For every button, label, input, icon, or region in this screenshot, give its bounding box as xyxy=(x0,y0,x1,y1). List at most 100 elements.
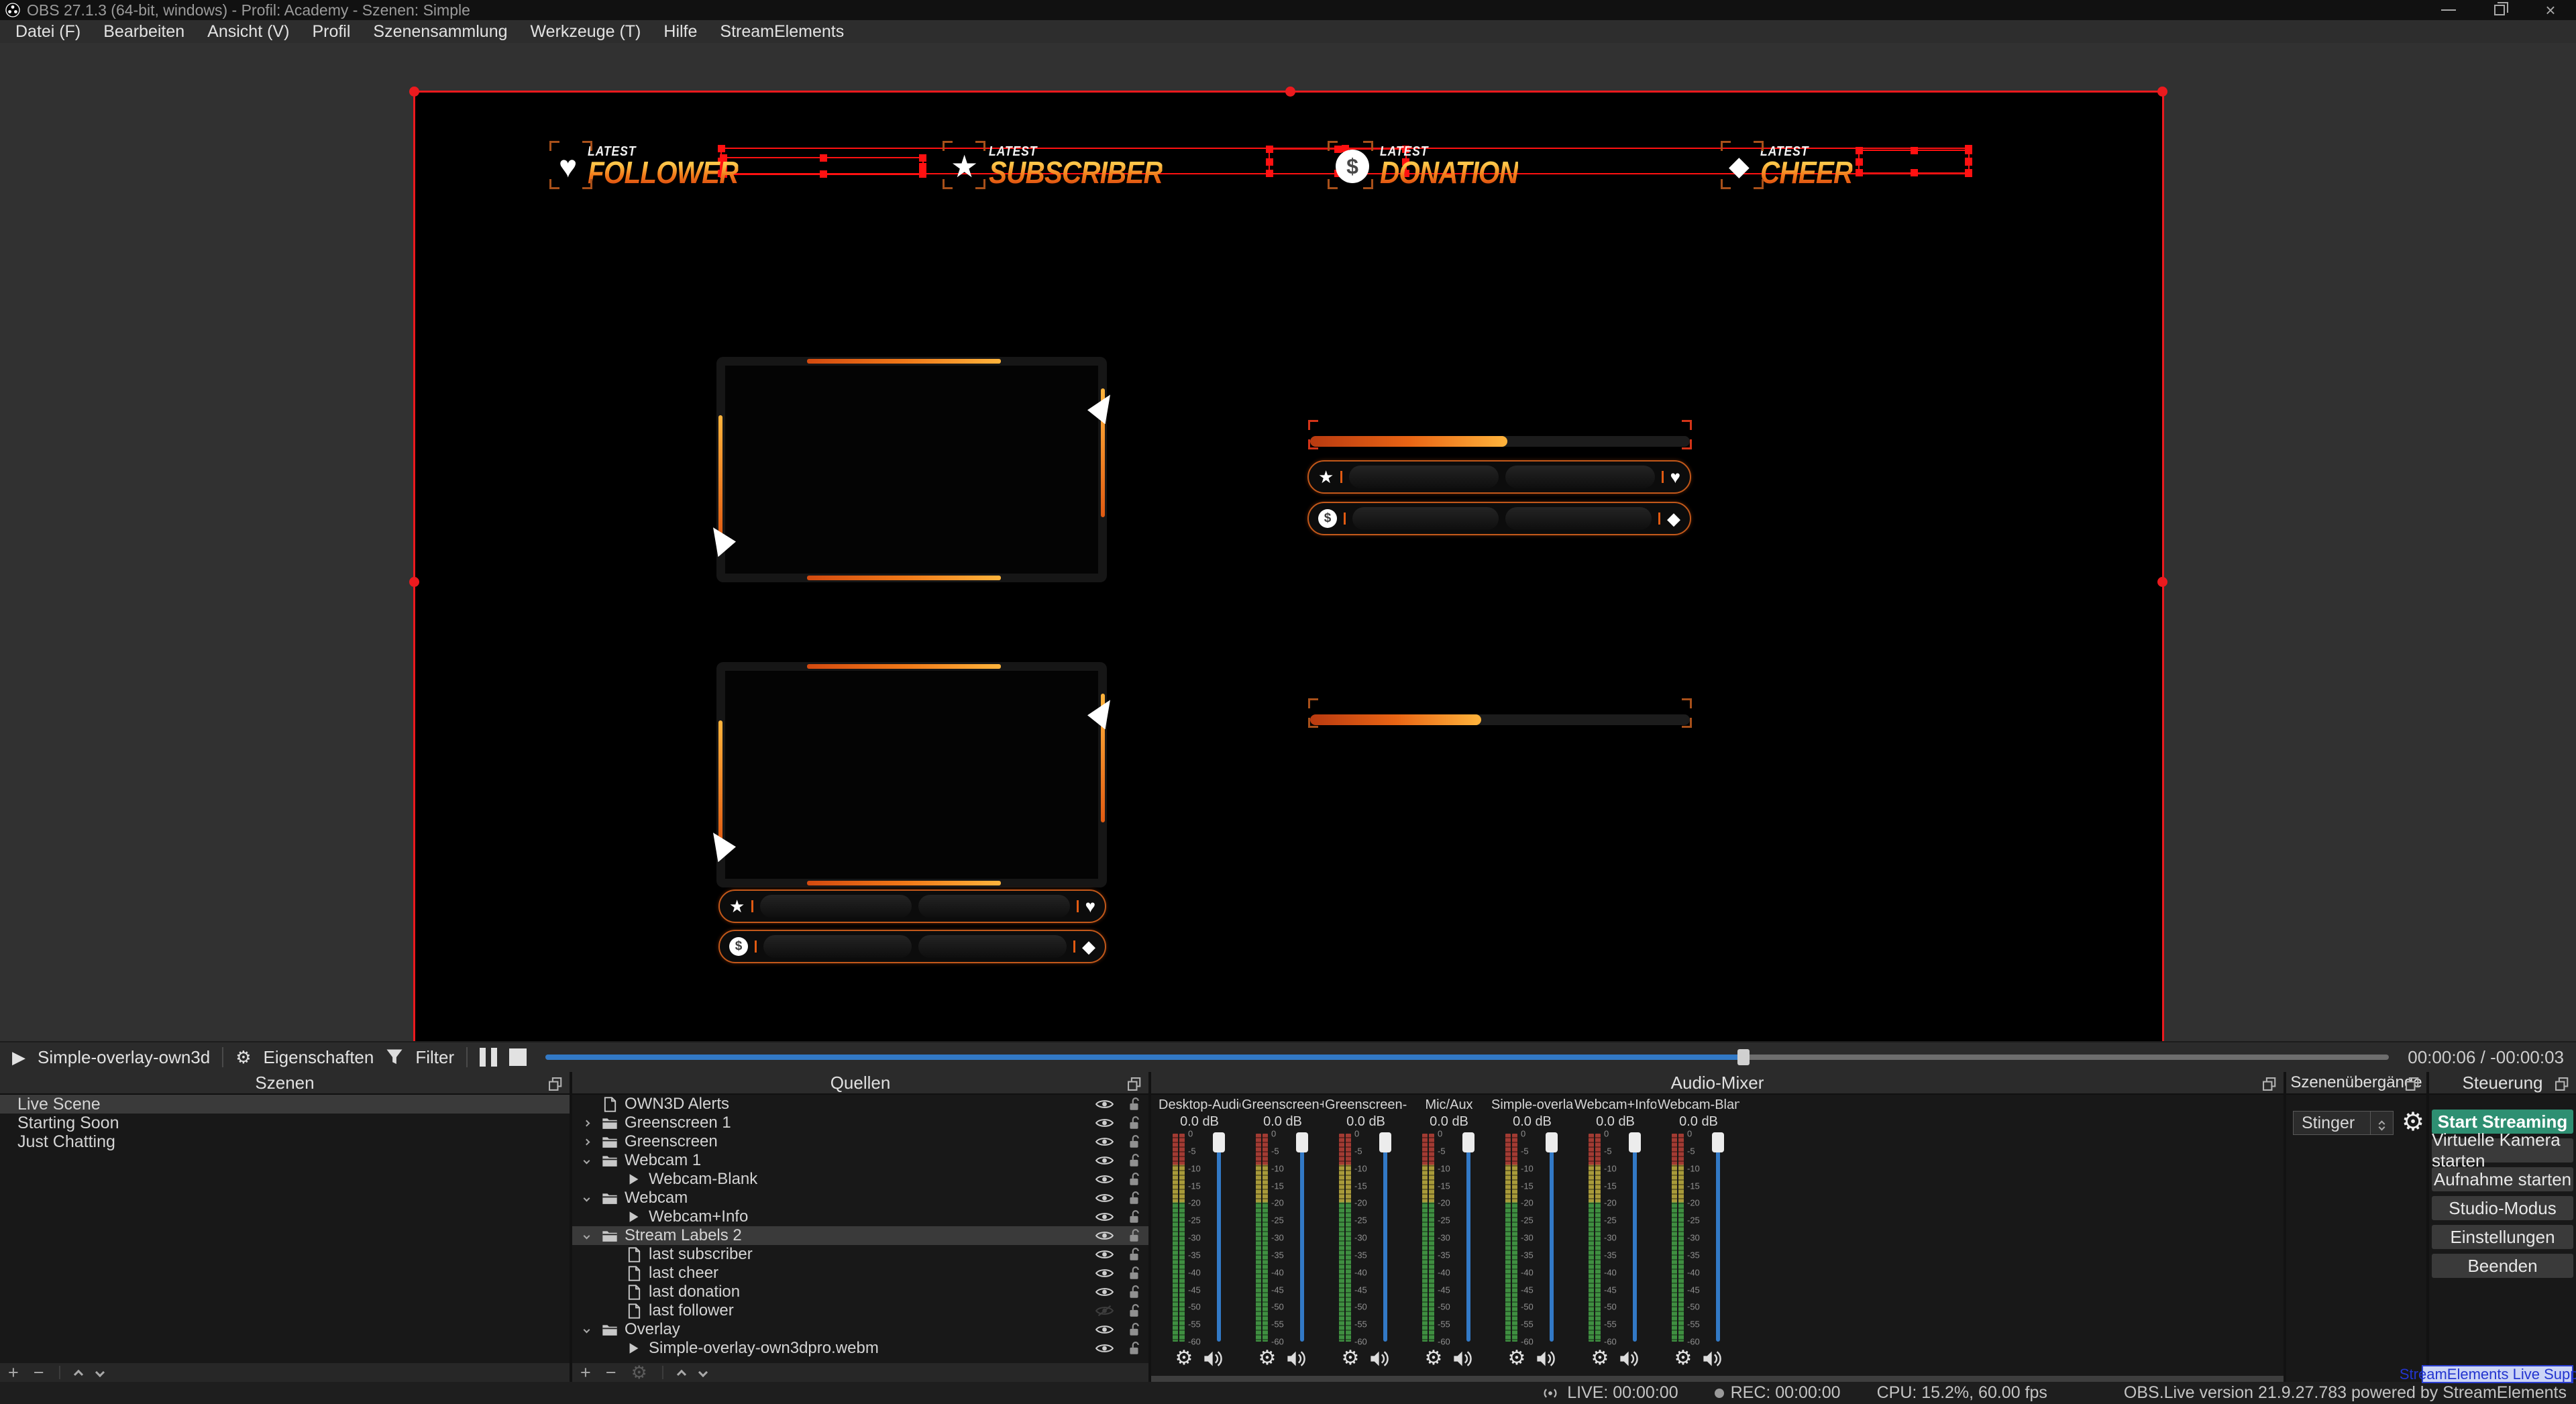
banner-widget-subscriber[interactable]: ★ LATEST SUBSCRIBER xyxy=(951,142,1186,191)
virtuelle-kamera-starten-button[interactable]: Virtuelle Kamera starten xyxy=(2432,1130,2573,1171)
channel-settings-gear-icon[interactable]: ⚙ xyxy=(1508,1348,1526,1368)
selection-handle[interactable] xyxy=(1965,147,1972,154)
selection-handle[interactable] xyxy=(919,170,926,178)
source-item-last-subscriber[interactable]: last subscriber xyxy=(572,1245,1148,1264)
remove-source-button[interactable]: − xyxy=(606,1363,616,1382)
speaker-icon[interactable] xyxy=(1619,1350,1640,1367)
visibility-eye-icon[interactable] xyxy=(1095,1174,1114,1185)
close-icon[interactable]: × xyxy=(2525,0,2576,20)
canvas-handle[interactable] xyxy=(1285,87,1295,97)
expander-down-icon[interactable] xyxy=(578,1326,595,1333)
stream-label-row[interactable]: ★ ♥ xyxy=(1307,460,1691,494)
speaker-icon[interactable] xyxy=(1287,1350,1307,1367)
selection-handle[interactable] xyxy=(1965,158,1972,166)
channel-settings-gear-icon[interactable]: ⚙ xyxy=(1342,1348,1360,1368)
lock-icon[interactable] xyxy=(1128,1247,1140,1262)
mixer-scrollbar[interactable] xyxy=(1151,1376,2284,1382)
media-seek-slider[interactable] xyxy=(545,1049,2390,1065)
expander-down-icon[interactable] xyxy=(578,1157,595,1164)
panel-float-icon[interactable] xyxy=(2555,1077,2569,1091)
scene-item-just-chatting[interactable]: Just Chatting xyxy=(0,1132,570,1151)
channel-settings-gear-icon[interactable]: ⚙ xyxy=(1425,1348,1443,1368)
volume-slider[interactable] xyxy=(1461,1132,1476,1342)
speaker-icon[interactable] xyxy=(1203,1350,1224,1367)
channel-settings-gear-icon[interactable]: ⚙ xyxy=(1591,1348,1609,1368)
menu-datei-f[interactable]: Datei (F) xyxy=(4,20,92,43)
properties-button[interactable]: Eigenschaften xyxy=(264,1047,374,1068)
source-item-overlay[interactable]: Overlay xyxy=(572,1320,1148,1339)
volume-slider[interactable] xyxy=(1212,1132,1226,1342)
minimize-icon[interactable] xyxy=(2423,0,2474,20)
source-item-greenscreen[interactable]: Greenscreen xyxy=(572,1132,1148,1151)
selection-rect[interactable] xyxy=(1856,147,1972,176)
menu-ansicht-v[interactable]: Ansicht (V) xyxy=(196,20,301,43)
lock-icon[interactable] xyxy=(1128,1172,1140,1187)
canvas-handle[interactable] xyxy=(409,577,419,587)
visibility-eye-icon[interactable] xyxy=(1095,1249,1114,1260)
lock-icon[interactable] xyxy=(1128,1303,1140,1318)
slider-handle[interactable] xyxy=(1213,1132,1225,1152)
speaker-icon[interactable] xyxy=(1703,1350,1723,1367)
visibility-eye-icon[interactable] xyxy=(1095,1211,1114,1222)
selection-handle[interactable] xyxy=(1911,147,1918,154)
lock-icon[interactable] xyxy=(1128,1153,1140,1168)
selection-handle[interactable] xyxy=(919,162,926,170)
menu-szenensammlung[interactable]: Szenensammlung xyxy=(362,20,519,43)
lock-icon[interactable] xyxy=(1128,1266,1140,1281)
lock-icon[interactable] xyxy=(1128,1209,1140,1224)
lock-icon[interactable] xyxy=(1128,1097,1140,1112)
expander-down-icon[interactable] xyxy=(578,1232,595,1239)
beenden-button[interactable]: Beenden xyxy=(2432,1254,2573,1278)
volume-slider[interactable] xyxy=(1378,1132,1393,1342)
visibility-eye-icon[interactable] xyxy=(1095,1118,1114,1128)
source-item-webcam-blank[interactable]: Webcam-Blank xyxy=(572,1170,1148,1189)
restore-icon[interactable] xyxy=(2474,0,2525,20)
aufnahme-starten-button[interactable]: Aufnahme starten xyxy=(2432,1167,2573,1191)
visibility-eye-off-icon[interactable] xyxy=(1095,1305,1114,1316)
menu-profil[interactable]: Profil xyxy=(301,20,362,43)
speaker-icon[interactable] xyxy=(1370,1350,1390,1367)
slider-handle[interactable] xyxy=(1462,1132,1474,1152)
selection-handle[interactable] xyxy=(1266,146,1273,153)
lock-icon[interactable] xyxy=(1128,1228,1140,1243)
source-item-greenscreen-1[interactable]: Greenscreen 1 xyxy=(572,1114,1148,1132)
move-scene-up-button[interactable] xyxy=(73,1369,83,1379)
menu-bearbeiten[interactable]: Bearbeiten xyxy=(92,20,196,43)
move-source-up-button[interactable] xyxy=(676,1369,686,1379)
source-item-last-follower[interactable]: last follower xyxy=(572,1301,1148,1320)
visibility-eye-icon[interactable] xyxy=(1095,1136,1114,1147)
webcam-frame[interactable] xyxy=(713,662,1110,887)
speaker-icon[interactable] xyxy=(1453,1350,1473,1367)
lock-icon[interactable] xyxy=(1128,1191,1140,1205)
visibility-eye-icon[interactable] xyxy=(1095,1099,1114,1110)
stop-button[interactable] xyxy=(509,1048,527,1066)
visibility-eye-icon[interactable] xyxy=(1095,1324,1114,1335)
visibility-eye-icon[interactable] xyxy=(1095,1155,1114,1166)
selection-handle[interactable] xyxy=(1965,169,1972,176)
menu-streamelements[interactable]: StreamElements xyxy=(708,20,855,43)
lock-icon[interactable] xyxy=(1128,1116,1140,1130)
panel-float-icon[interactable] xyxy=(2405,1077,2420,1091)
stream-label-row[interactable]: $ ◆ xyxy=(1307,502,1691,535)
source-item-webcam-info[interactable]: Webcam+Info xyxy=(572,1207,1148,1226)
add-source-button[interactable]: + xyxy=(580,1363,591,1382)
volume-slider[interactable] xyxy=(1711,1132,1725,1342)
move-scene-down-button[interactable] xyxy=(95,1367,105,1378)
speaker-icon[interactable] xyxy=(1536,1350,1556,1367)
selection-handle[interactable] xyxy=(919,154,926,162)
selection-handle[interactable] xyxy=(1266,158,1273,166)
source-item-own3d-alerts[interactable]: OWN3D Alerts xyxy=(572,1095,1148,1114)
volume-slider[interactable] xyxy=(1295,1132,1309,1342)
selection-handle[interactable] xyxy=(1266,170,1273,177)
transition-select-spinner[interactable] xyxy=(2370,1112,2393,1134)
source-item-stream-labels-2[interactable]: Stream Labels 2 xyxy=(572,1226,1148,1245)
lock-icon[interactable] xyxy=(1128,1322,1140,1337)
stream-label-row[interactable]: $ ◆ xyxy=(718,930,1106,963)
slider-handle[interactable] xyxy=(1296,1132,1308,1152)
channel-settings-gear-icon[interactable]: ⚙ xyxy=(1674,1348,1693,1368)
source-properties-button[interactable]: ⚙ xyxy=(631,1363,647,1382)
lock-icon[interactable] xyxy=(1128,1285,1140,1299)
channel-settings-gear-icon[interactable]: ⚙ xyxy=(1175,1348,1193,1368)
visibility-eye-icon[interactable] xyxy=(1095,1287,1114,1297)
play-icon[interactable]: ▶ xyxy=(12,1048,25,1066)
